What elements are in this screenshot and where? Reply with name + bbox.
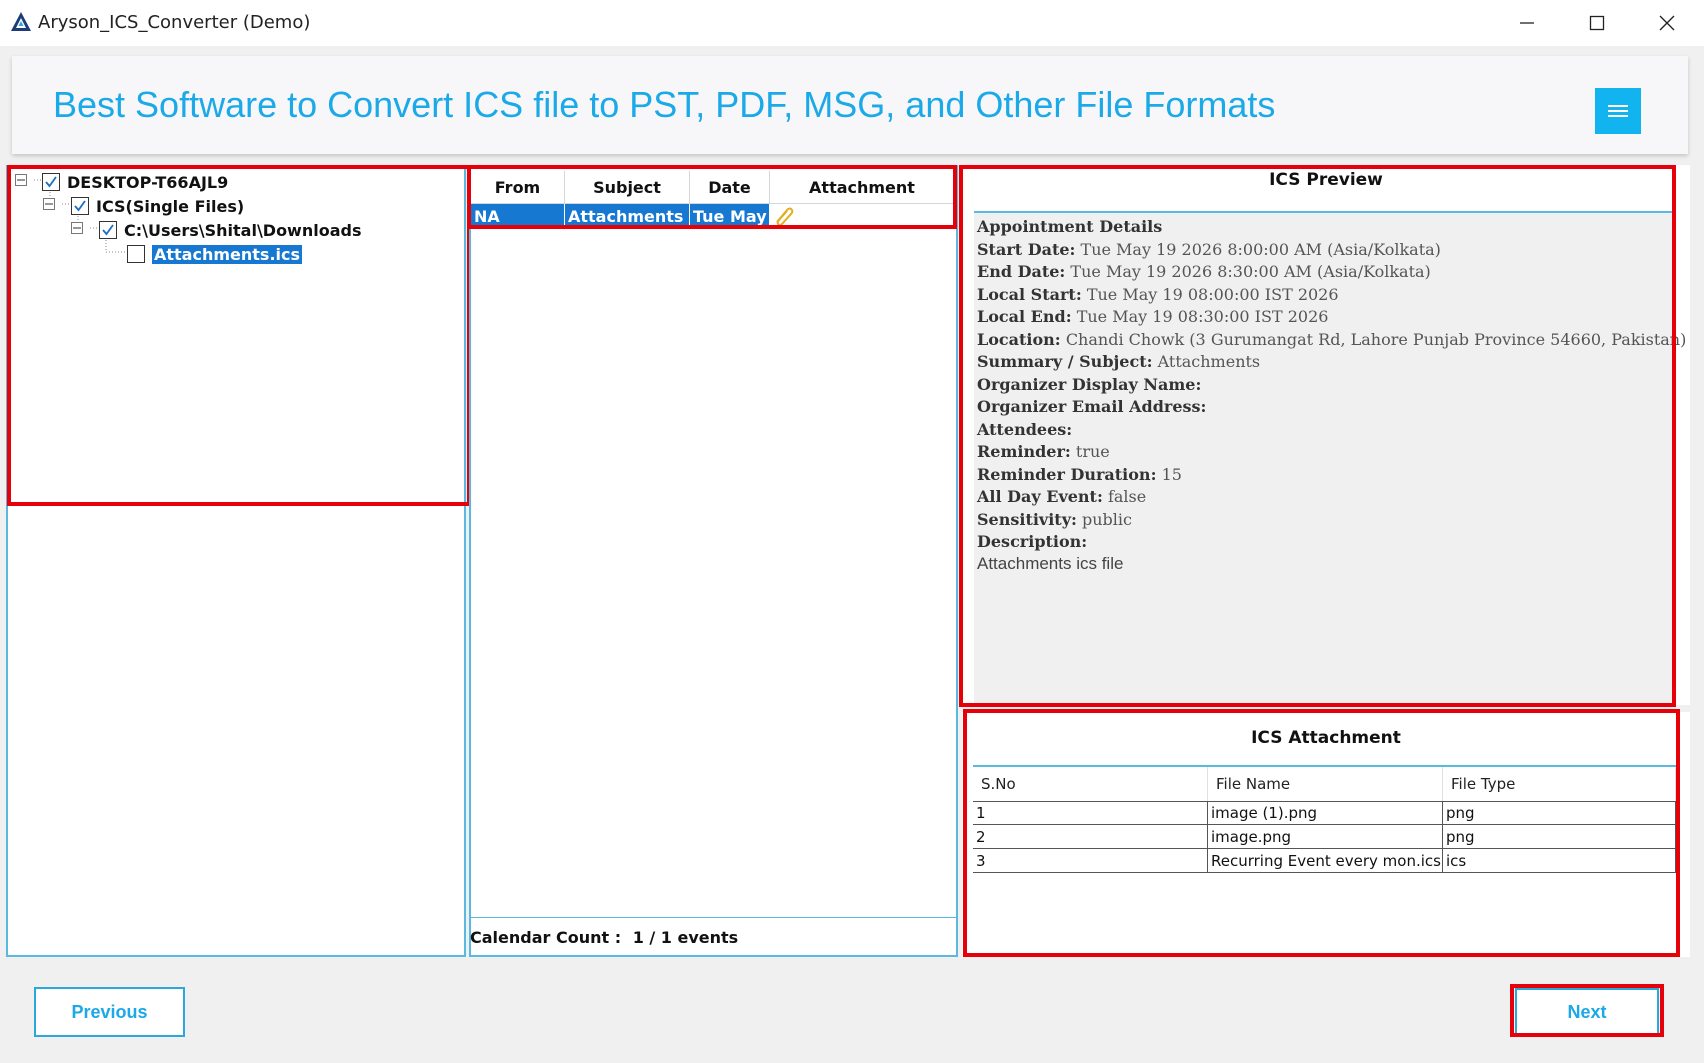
description-text: Attachments ics file bbox=[977, 554, 1124, 573]
grid-divider bbox=[470, 917, 957, 918]
app-window: Aryson_ICS_Converter (Demo) Best Softwar… bbox=[0, 0, 1704, 1063]
event-attachment-cell bbox=[770, 204, 954, 228]
minus-icon bbox=[45, 203, 53, 205]
table-row[interactable]: 1 image (1).png png bbox=[973, 801, 1676, 825]
preview-field: Description: bbox=[977, 532, 1088, 551]
cell-sno: 1 bbox=[973, 802, 1208, 824]
cell-file-name: image (1).png bbox=[1208, 802, 1443, 824]
preview-field: Organizer Display Name: bbox=[977, 375, 1202, 394]
event-grid-header: From Subject Date Attachment bbox=[471, 171, 954, 204]
event-row[interactable]: NA Attachments Tue May bbox=[471, 204, 954, 228]
preview-field: Summary / Subject: Attachments bbox=[977, 352, 1261, 371]
column-header-file-name[interactable]: File Name bbox=[1208, 767, 1443, 801]
column-header-date[interactable]: Date bbox=[690, 171, 770, 203]
cell-file-name: image.png bbox=[1208, 825, 1443, 848]
minus-icon bbox=[73, 227, 81, 229]
minimize-icon bbox=[1520, 22, 1534, 24]
ics-preview-body: Appointment Details Start Date: Tue May … bbox=[974, 211, 1686, 705]
tree-item-desktop[interactable]: DESKTOP-T66AJL9 bbox=[42, 171, 228, 193]
preview-field: Location: Chandi Chowk (3 Gurumangat Rd,… bbox=[977, 330, 1687, 349]
tree-item-ics-single-files[interactable]: ICS(Single Files) bbox=[71, 195, 244, 217]
preview-field: Sensitivity: public bbox=[977, 510, 1132, 529]
event-subject-cell: Attachments bbox=[565, 204, 690, 228]
tree-collapse-toggle[interactable] bbox=[43, 198, 55, 210]
tree-item-attachments-ics[interactable]: Attachments.ics bbox=[127, 243, 303, 265]
preview-field: All Day Event: false bbox=[977, 487, 1147, 506]
preview-field: Start Date: Tue May 19 2026 8:00:00 AM (… bbox=[977, 240, 1441, 259]
tree-item-downloads-folder[interactable]: C:\Users\Shital\Downloads bbox=[99, 219, 361, 241]
event-list-panel bbox=[469, 165, 958, 957]
close-icon bbox=[1659, 15, 1675, 31]
table-row[interactable]: 2 image.png png bbox=[973, 825, 1676, 849]
preview-field: Attendees: bbox=[977, 420, 1073, 439]
tree-checkbox[interactable] bbox=[127, 245, 145, 263]
checkmark-icon bbox=[74, 200, 86, 212]
event-from-cell: NA bbox=[471, 204, 565, 228]
calendar-count: Calendar Count : 1 / 1 events bbox=[470, 928, 738, 947]
column-header-subject[interactable]: Subject bbox=[565, 171, 690, 203]
attachment-table: S.No File Name File Type 1 image (1).png… bbox=[973, 765, 1676, 873]
minus-icon bbox=[17, 179, 25, 181]
cell-file-type: png bbox=[1443, 825, 1676, 848]
folder-tree-panel bbox=[6, 165, 466, 957]
cell-sno: 3 bbox=[973, 849, 1208, 872]
preview-field: Local End: Tue May 19 08:30:00 IST 2026 bbox=[977, 307, 1329, 326]
attachment-table-header: S.No File Name File Type bbox=[973, 767, 1676, 801]
cell-file-type: ics bbox=[1443, 849, 1676, 872]
tree-item-label: Attachments.ics bbox=[152, 244, 303, 264]
tree-checkbox[interactable] bbox=[42, 173, 60, 191]
maximize-icon bbox=[1589, 15, 1605, 31]
table-row[interactable]: 3 Recurring Event every mon.ics ics bbox=[973, 849, 1676, 873]
tree-collapse-toggle[interactable] bbox=[71, 222, 83, 234]
tree-item-label: ICS(Single Files) bbox=[96, 196, 245, 216]
calendar-count-value: 1 / 1 events bbox=[632, 928, 739, 947]
hamburger-menu-icon bbox=[1608, 105, 1628, 117]
ics-preview-title: ICS Preview bbox=[1269, 170, 1383, 190]
next-button[interactable]: Next bbox=[1515, 988, 1659, 1036]
previous-button[interactable]: Previous bbox=[34, 987, 185, 1037]
tree-collapse-toggle[interactable] bbox=[15, 174, 27, 186]
paperclip-icon bbox=[776, 207, 794, 226]
checkmark-icon bbox=[45, 176, 57, 188]
calendar-count-label: Calendar Count : bbox=[470, 928, 622, 947]
column-header-attachment[interactable]: Attachment bbox=[770, 171, 954, 203]
preview-field: Reminder: true bbox=[977, 442, 1110, 461]
preview-field: Local Start: Tue May 19 08:00:00 IST 202… bbox=[977, 285, 1339, 304]
tree-item-label: DESKTOP-T66AJL9 bbox=[67, 172, 229, 192]
appointment-heading: Appointment Details bbox=[977, 217, 1163, 236]
preview-field: End Date: Tue May 19 2026 8:30:00 AM (As… bbox=[977, 262, 1431, 281]
cell-file-name: Recurring Event every mon.ics bbox=[1208, 849, 1443, 872]
menu-button[interactable] bbox=[1595, 88, 1641, 134]
tree-checkbox[interactable] bbox=[71, 197, 89, 215]
cell-file-type: png bbox=[1443, 802, 1676, 824]
preview-field: Organizer Email Address: bbox=[977, 397, 1207, 416]
column-header-file-type[interactable]: File Type bbox=[1443, 767, 1676, 801]
cell-sno: 2 bbox=[973, 825, 1208, 848]
preview-field: Reminder Duration: 15 bbox=[977, 465, 1182, 484]
close-button[interactable] bbox=[1632, 0, 1702, 46]
ics-attachment-title: ICS Attachment bbox=[1251, 728, 1401, 748]
tree-checkbox[interactable] bbox=[99, 221, 117, 239]
event-date-cell: Tue May bbox=[690, 204, 770, 228]
column-header-from[interactable]: From bbox=[471, 171, 565, 203]
column-header-sno[interactable]: S.No bbox=[973, 767, 1208, 801]
minimize-button[interactable] bbox=[1492, 0, 1562, 46]
checkmark-icon bbox=[102, 224, 114, 236]
tree-item-label: C:\Users\Shital\Downloads bbox=[124, 220, 362, 240]
maximize-button[interactable] bbox=[1562, 0, 1632, 46]
